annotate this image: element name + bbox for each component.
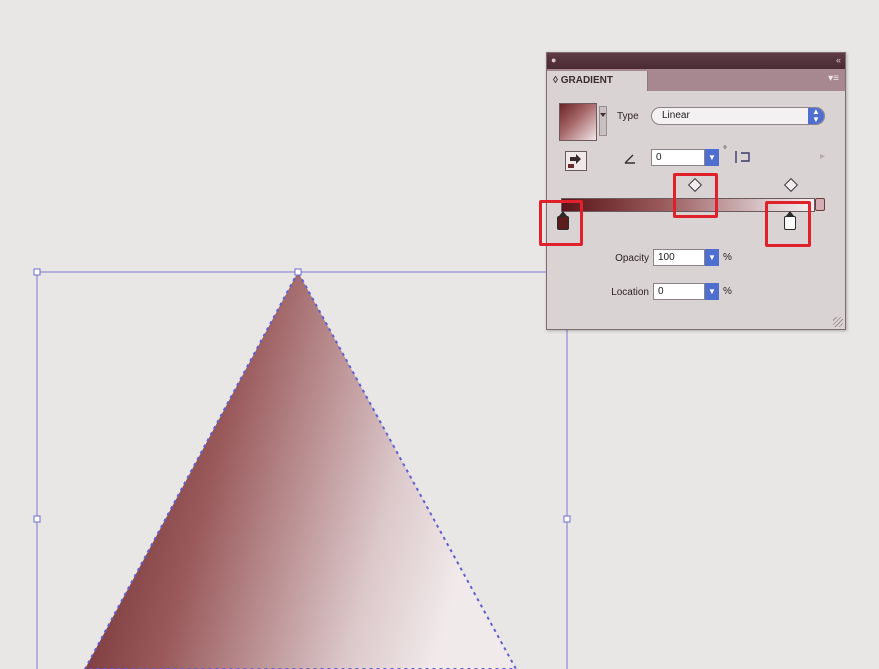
gradient-panel: ● « ◊ GRADIENT ▾≡ Type Linear ▲ ▼ 0 ▼ ° ▸ [539,52,846,330]
highlight-midpoint [673,173,718,218]
chevron-updown-icon[interactable]: ▲ ▼ [808,108,824,124]
location-unit: % [723,286,732,297]
angle-value: 0 [656,152,662,163]
highlight-left-stop [539,200,583,246]
opacity-label: Opacity [615,253,649,264]
highlight-right-stop [765,201,811,247]
close-icon[interactable]: ● [551,55,556,65]
reverse-gradient-icon[interactable] [565,151,587,171]
type-select-value: Linear [662,110,690,121]
delete-stop-icon[interactable] [815,198,825,211]
opacity-input[interactable]: 100 [653,249,705,266]
aspect-ratio-arrow-icon: ▸ [820,151,826,162]
angle-unit: ° [723,145,727,156]
swatch-dropdown-icon[interactable] [599,106,607,136]
location-value: 0 [658,286,664,297]
midpoint-diamond-icon[interactable] [783,177,799,193]
panel-titlebar[interactable]: ● « [547,53,845,69]
bounding-handle-mid-right[interactable] [563,515,571,523]
bounding-handle-mid-left[interactable] [33,515,41,523]
panel-tab-row: ◊ GRADIENT ▾≡ [547,69,845,91]
cone-shape[interactable] [83,269,518,669]
tab-gradient-label: ◊ GRADIENT [553,75,613,86]
location-dropdown-icon[interactable]: ▼ [705,283,719,300]
bounding-handle-top-left[interactable] [33,268,41,276]
opacity-value: 100 [658,252,675,263]
collapse-icon[interactable]: « [836,55,841,65]
location-label: Location [611,287,649,298]
angle-icon [624,154,635,164]
bounding-handle-top-center[interactable] [294,268,302,276]
opacity-unit: % [723,252,732,263]
type-select[interactable]: Linear ▲ ▼ [651,107,825,125]
gradient-swatch[interactable] [559,103,597,141]
aspect-ratio-icon [735,151,750,163]
tab-gradient[interactable]: ◊ GRADIENT [547,71,648,91]
location-input[interactable]: 0 [653,283,705,300]
angle-input[interactable]: 0 [651,149,705,166]
type-label: Type [617,111,639,122]
resize-grip-icon[interactable] [833,317,843,327]
panel-menu-icon[interactable]: ▾≡ [828,73,839,84]
angle-dropdown-icon[interactable]: ▼ [705,149,719,166]
opacity-dropdown-icon[interactable]: ▼ [705,249,719,266]
